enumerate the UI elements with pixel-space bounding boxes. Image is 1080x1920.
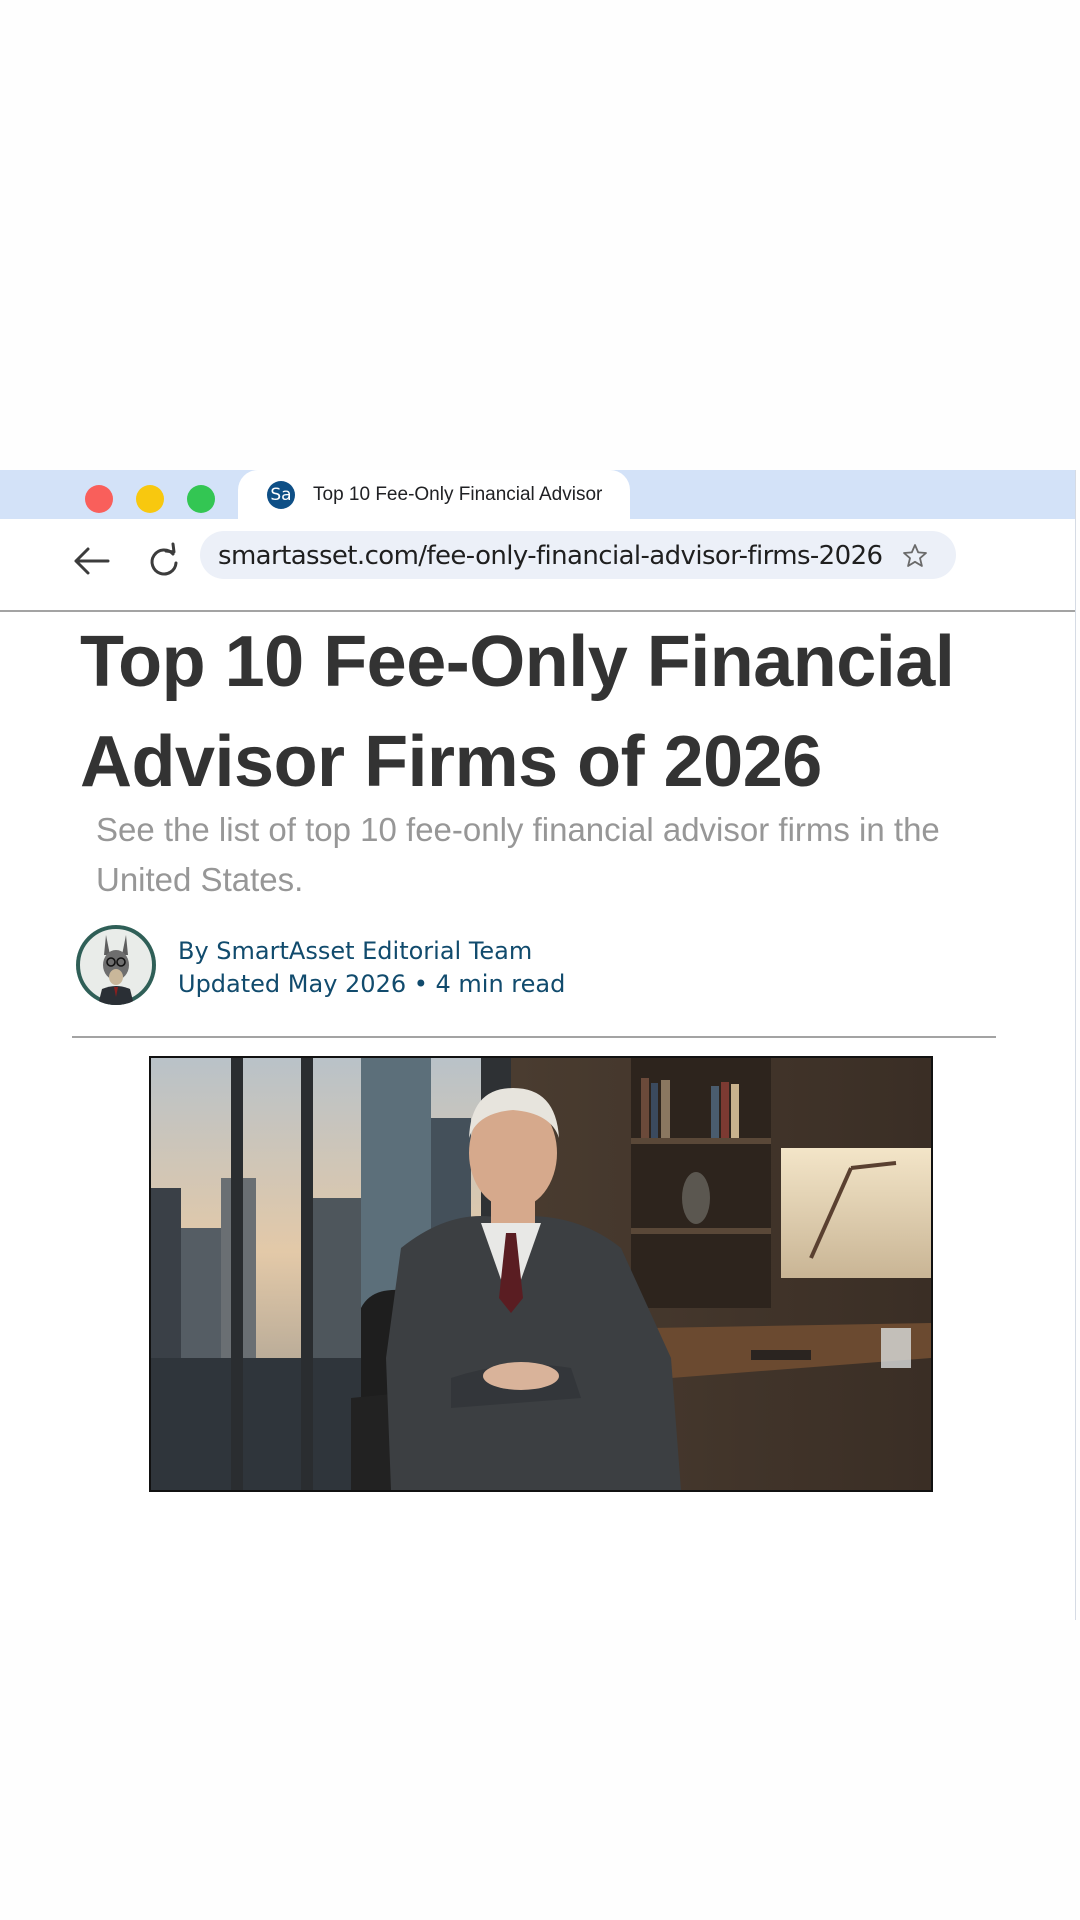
star-icon[interactable] — [902, 543, 928, 569]
advisor-office-photo — [151, 1058, 931, 1490]
maximize-window-button[interactable] — [187, 485, 215, 513]
address-bar[interactable]: smartasset.com/fee-only-financial-adviso… — [200, 531, 956, 579]
back-button[interactable] — [68, 537, 116, 585]
article-subtitle: See the list of top 10 fee-only financia… — [96, 811, 940, 898]
url-text[interactable]: smartasset.com/fee-only-financial-adviso… — [218, 541, 883, 571]
author-avatar[interactable] — [76, 925, 156, 1005]
browser-window: Sa Top 10 Fee-Only Financial Advisor sma… — [0, 470, 1076, 1620]
arrow-left-icon — [74, 547, 110, 575]
reload-button[interactable] — [140, 537, 188, 585]
author-name[interactable]: By SmartAsset Editorial Team — [178, 935, 565, 968]
page-content: Top 10 Fee-Only Financial Advisor Firms … — [0, 612, 1075, 1620]
tab-title: Top 10 Fee-Only Financial Advisor — [313, 484, 603, 505]
close-window-button[interactable] — [85, 485, 113, 513]
tab-active[interactable]: Sa Top 10 Fee-Only Financial Advisor — [238, 470, 630, 519]
article-headline: Top 10 Fee-Only Financial Advisor Firms … — [80, 622, 955, 802]
reload-icon — [150, 542, 178, 576]
donkey-mascot-icon — [76, 925, 156, 1005]
browser-toolbar: smartasset.com/fee-only-financial-adviso… — [0, 519, 1075, 612]
tab-strip: Sa Top 10 Fee-Only Financial Advisor — [0, 470, 1075, 519]
minimize-window-button[interactable] — [136, 485, 164, 513]
divider — [72, 1036, 996, 1038]
article-meta: Updated May 2026 • 4 min read — [178, 970, 566, 998]
site-favicon-icon: Sa — [267, 481, 295, 509]
byline: By SmartAsset Editorial Team Updated May… — [178, 935, 565, 1001]
hero-image — [149, 1056, 933, 1492]
